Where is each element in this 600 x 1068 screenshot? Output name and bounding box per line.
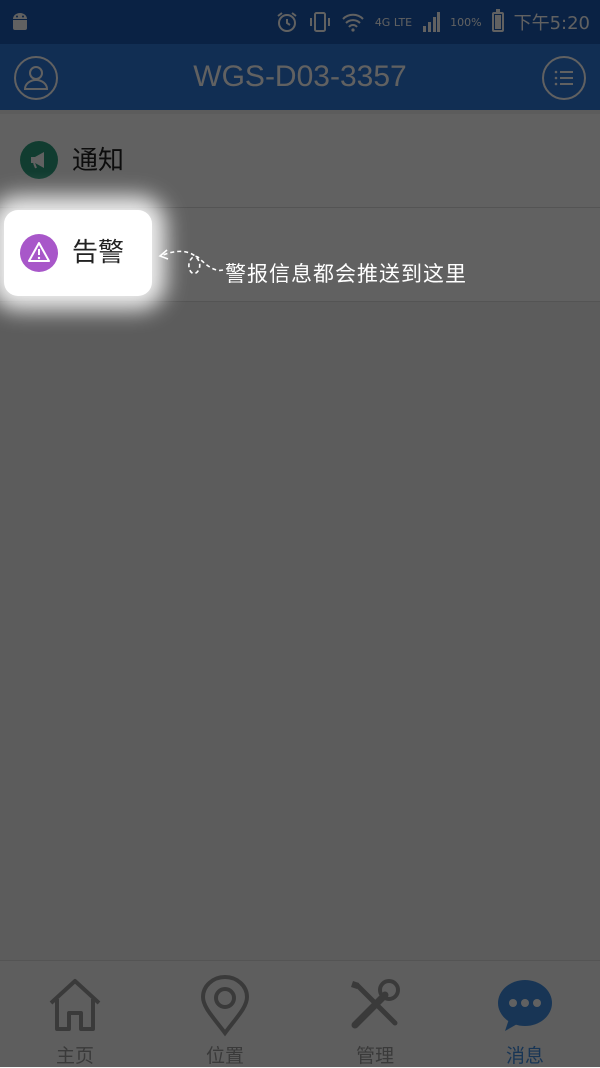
tab-label: 位置 <box>205 1045 244 1067</box>
curved-arrow-icon <box>158 249 224 275</box>
battery-percent: 100% <box>450 15 482 29</box>
page-title: WGS-D03-3357 <box>193 60 407 93</box>
tab-label: 管理 <box>355 1045 394 1067</box>
tab-label: 主页 <box>55 1045 94 1067</box>
tab-label: 消息 <box>505 1045 544 1067</box>
guide-hint-text: 警报信息都会推送到这里 <box>225 262 467 286</box>
list-item-label: 通知 <box>72 146 125 176</box>
tools-icon <box>351 979 400 1029</box>
vibrate-icon <box>309 12 330 32</box>
tab-home[interactable]: 主页 <box>0 961 150 1068</box>
wifi-icon <box>342 13 364 32</box>
network-type: 4G LTE <box>374 15 413 29</box>
chat-bubble-icon <box>498 980 552 1031</box>
tab-messages[interactable]: 消息 <box>450 961 600 1068</box>
highlighted-label: 告警 <box>72 238 125 268</box>
clock: 下午5:20 <box>513 13 590 34</box>
menu-list-icon <box>554 70 573 86</box>
highlighted-alarm-item[interactable]: 告警 <box>4 210 152 296</box>
megaphone-icon <box>20 141 58 179</box>
battery-icon <box>491 9 504 32</box>
signal-icon <box>423 12 441 32</box>
list-item-notice[interactable]: 通知 <box>0 114 600 208</box>
tab-location[interactable]: 位置 <box>150 961 300 1068</box>
menu-button[interactable] <box>542 56 586 100</box>
home-icon <box>49 979 101 1031</box>
alarm-icon <box>277 12 297 32</box>
warning-icon <box>20 234 58 272</box>
title-bar: WGS-D03-3357 <box>0 44 600 110</box>
location-pin-icon <box>200 975 250 1037</box>
bottom-nav: 主页 位置 管理 消息 <box>0 960 600 1068</box>
tab-manage[interactable]: 管理 <box>300 961 450 1068</box>
status-bar: 4G LTE 100% 下午5:20 <box>0 0 600 44</box>
android-icon <box>13 13 27 30</box>
